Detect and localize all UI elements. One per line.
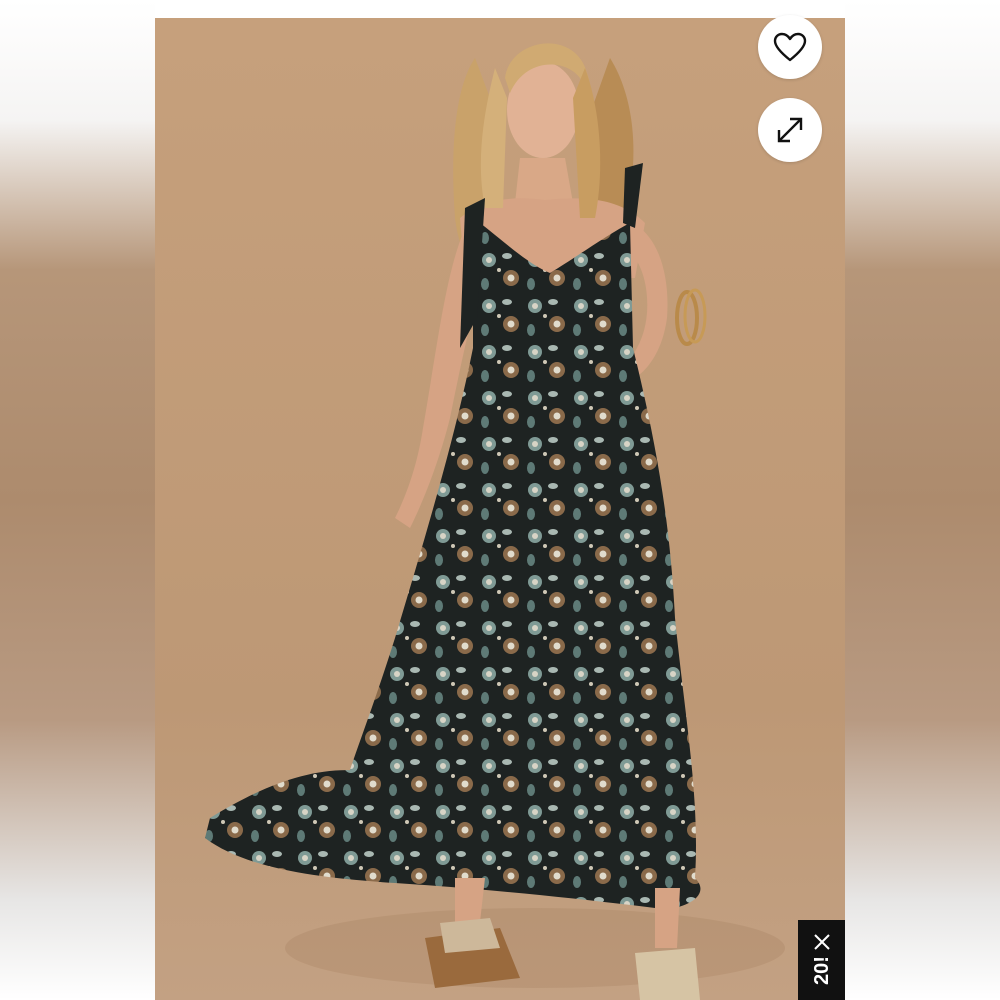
promo-text: 20! — [811, 956, 833, 985]
heart-icon — [773, 32, 807, 62]
blurred-backdrop-right — [845, 0, 1000, 1000]
product-photo-drawing — [155, 18, 845, 1000]
promo-banner[interactable]: 20! — [798, 920, 845, 1000]
top-strip — [155, 0, 845, 18]
expand-icon — [777, 117, 803, 143]
product-photo[interactable] — [155, 18, 845, 1000]
favorite-button[interactable] — [758, 15, 822, 79]
blurred-backdrop-left — [0, 0, 155, 1000]
close-icon[interactable] — [812, 932, 832, 952]
expand-button[interactable] — [758, 98, 822, 162]
